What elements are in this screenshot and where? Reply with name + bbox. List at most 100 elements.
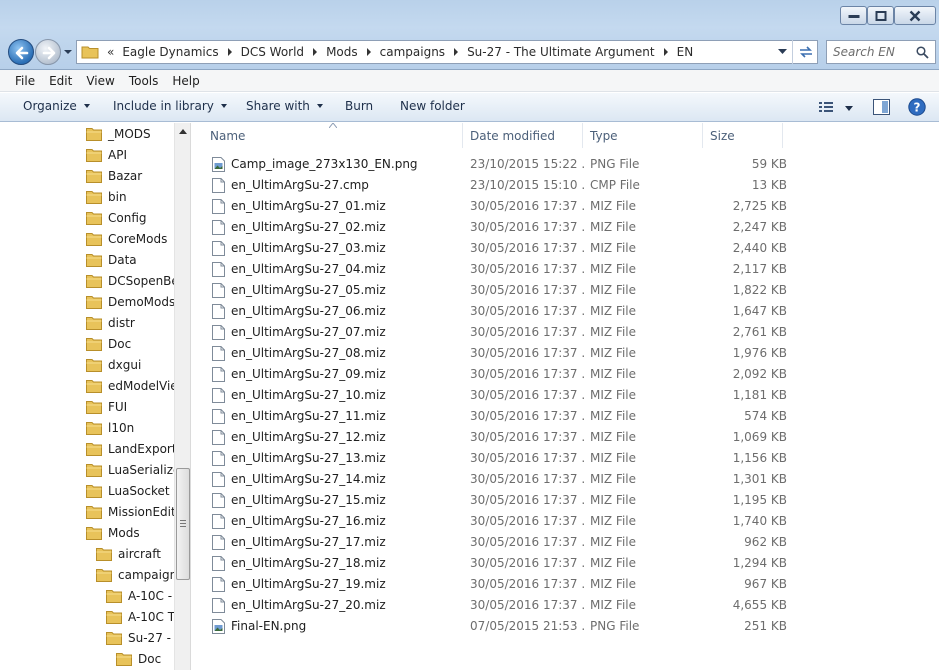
maximize-button[interactable] xyxy=(867,6,894,25)
back-button[interactable] xyxy=(8,39,34,65)
navigation-pane[interactable]: _MODS API Bazar bin Config CoreMods Data DCSope… xyxy=(0,123,174,670)
file-row[interactable]: en_UltimArgSu-27_10.miz 30/05/2016 17:37 … xyxy=(203,385,787,406)
address-bar[interactable]: « Eagle Dynamics DCS World Mods campaign… xyxy=(76,40,818,64)
nav-tree-item[interactable]: LuaSocket xyxy=(86,480,170,501)
nav-tree-item[interactable]: dxgui xyxy=(86,354,141,375)
menu-file[interactable]: File xyxy=(8,74,42,88)
nav-tree-item[interactable]: Su-27 - T xyxy=(106,627,174,648)
breadcrumb-separator-icon[interactable] xyxy=(227,48,232,56)
search-icon[interactable] xyxy=(916,46,929,59)
breadcrumb-separator-icon[interactable] xyxy=(663,48,668,56)
new-folder-button[interactable]: New folder xyxy=(400,99,465,113)
breadcrumb-su-27-campaign[interactable]: Su-27 - The Ultimate Argument xyxy=(467,45,655,59)
nav-tree-item[interactable]: edModelViev xyxy=(86,375,174,396)
file-row[interactable]: en_UltimArgSu-27_06.miz 30/05/2016 17:37 … xyxy=(203,301,787,322)
nav-tree-item[interactable]: bin xyxy=(86,186,127,207)
breadcrumb-separator-icon[interactable] xyxy=(454,48,459,56)
nav-tree-item[interactable]: LandExportC xyxy=(86,438,174,459)
nav-tree-item[interactable]: A-10C Th xyxy=(106,606,174,627)
file-date-modified: 30/05/2016 17:37 ... xyxy=(470,283,586,297)
view-options-dropdown-icon[interactable] xyxy=(845,106,853,111)
nav-tree-item[interactable]: l10n xyxy=(86,417,134,438)
breadcrumb-campaigns[interactable]: campaigns xyxy=(380,45,445,59)
menu-edit[interactable]: Edit xyxy=(42,74,79,88)
file-row[interactable]: en_UltimArgSu-27_04.miz 30/05/2016 17:37 … xyxy=(203,259,787,280)
file-row[interactable]: en_UltimArgSu-27_03.miz 30/05/2016 17:37 … xyxy=(203,238,787,259)
nav-tree-item[interactable]: Mods xyxy=(86,522,140,543)
file-row[interactable]: Final-EN.png 07/05/2015 21:53 ... PNG File… xyxy=(203,616,787,637)
nav-tree-item[interactable]: campaigns xyxy=(96,564,174,585)
nav-tree-item[interactable]: Config xyxy=(86,207,147,228)
file-row[interactable]: en_UltimArgSu-27_11.miz 30/05/2016 17:37 … xyxy=(203,406,787,427)
change-view-icon[interactable] xyxy=(818,100,834,114)
include-in-library-button[interactable]: Include in library xyxy=(113,99,227,113)
column-header-size[interactable]: Size xyxy=(703,123,783,148)
minimize-button[interactable] xyxy=(840,6,867,25)
file-row[interactable]: en_UltimArgSu-27_17.miz 30/05/2016 17:37 … xyxy=(203,532,787,553)
breadcrumb-dcs-world[interactable]: DCS World xyxy=(241,45,304,59)
file-row[interactable]: en_UltimArgSu-27_18.miz 30/05/2016 17:37 … xyxy=(203,553,787,574)
scroll-up-arrow-icon[interactable] xyxy=(179,129,187,134)
file-row[interactable]: en_UltimArgSu-27_16.miz 30/05/2016 17:37 … xyxy=(203,511,787,532)
refresh-button[interactable] xyxy=(792,40,818,64)
nav-tree-item[interactable]: _MODS xyxy=(86,123,151,144)
file-row[interactable]: en_UltimArgSu-27_01.miz 30/05/2016 17:37 … xyxy=(203,196,787,217)
nav-tree-item[interactable]: API xyxy=(86,144,127,165)
file-row[interactable]: en_UltimArgSu-27_12.miz 30/05/2016 17:37 … xyxy=(203,427,787,448)
file-row[interactable]: en_UltimArgSu-27_20.miz 30/05/2016 17:37 … xyxy=(203,595,787,616)
nav-tree-item[interactable]: Doc xyxy=(116,648,161,669)
file-row[interactable]: en_UltimArgSu-27_13.miz 30/05/2016 17:37 … xyxy=(203,448,787,469)
breadcrumb-separator-icon[interactable] xyxy=(366,48,371,56)
file-name-cell: en_UltimArgSu-27_11.miz xyxy=(203,406,463,427)
preview-pane-icon[interactable] xyxy=(873,99,890,115)
burn-button[interactable]: Burn xyxy=(345,99,373,113)
nav-tree-item[interactable]: Data xyxy=(86,249,137,270)
address-dropdown-icon[interactable] xyxy=(778,49,787,55)
nav-tree-item[interactable]: aircraft xyxy=(96,543,161,564)
file-row[interactable]: en_UltimArgSu-27_07.miz 30/05/2016 17:37 … xyxy=(203,322,787,343)
menu-help[interactable]: Help xyxy=(165,74,206,88)
column-header-type[interactable]: Type xyxy=(583,123,703,148)
file-list[interactable]: Name Date modified Type Size Camp_image_… xyxy=(191,123,939,670)
nav-tree-item[interactable]: CoreMods xyxy=(86,228,167,249)
column-header-name[interactable]: Name xyxy=(203,123,463,148)
nav-tree-item[interactable]: FUI xyxy=(86,396,127,417)
file-row[interactable]: en_UltimArgSu-27_02.miz 30/05/2016 17:37 … xyxy=(203,217,787,238)
share-with-button[interactable]: Share with xyxy=(246,99,323,113)
nav-tree-item[interactable]: DemoMods xyxy=(86,291,174,312)
nav-tree-item[interactable]: A-10C - I xyxy=(106,585,174,606)
column-header-date-modified[interactable]: Date modified xyxy=(463,123,583,148)
file-row[interactable]: Camp_image_273x130_EN.png 23/10/2015 15:2… xyxy=(203,154,787,175)
file-row[interactable]: en_UltimArgSu-27_19.miz 30/05/2016 17:37 … xyxy=(203,574,787,595)
file-row[interactable]: en_UltimArgSu-27_15.miz 30/05/2016 17:37 … xyxy=(203,490,787,511)
file-type: MIZ File xyxy=(590,262,637,276)
nav-tree-item[interactable]: Bazar xyxy=(86,165,142,186)
nav-tree-item[interactable]: MissionEditc xyxy=(86,501,174,522)
scrollbar-thumb[interactable] xyxy=(176,468,190,580)
breadcrumb-mods[interactable]: Mods xyxy=(326,45,358,59)
menu-view[interactable]: View xyxy=(79,74,121,88)
help-icon[interactable]: ? xyxy=(908,98,926,116)
navigation-pane-scrollbar[interactable] xyxy=(174,123,191,670)
file-row[interactable]: en_UltimArgSu-27_14.miz 30/05/2016 17:37 … xyxy=(203,469,787,490)
file-row[interactable]: en_UltimArgSu-27_05.miz 30/05/2016 17:37 … xyxy=(203,280,787,301)
forward-button[interactable] xyxy=(35,39,61,65)
breadcrumb-en[interactable]: EN xyxy=(677,45,694,59)
file-row[interactable]: en_UltimArgSu-27_08.miz 30/05/2016 17:37 … xyxy=(203,343,787,364)
nav-tree-item[interactable]: distr xyxy=(86,312,135,333)
search-box[interactable] xyxy=(826,40,936,64)
breadcrumb-eagle-dynamics[interactable]: Eagle Dynamics xyxy=(122,45,218,59)
close-button[interactable] xyxy=(894,6,936,25)
menu-tools[interactable]: Tools xyxy=(122,74,166,88)
breadcrumb-overflow-chevron[interactable]: « xyxy=(107,45,114,59)
recent-pages-dropdown-icon[interactable] xyxy=(63,47,73,57)
file-row[interactable]: en_UltimArgSu-27.cmp 23/10/2015 15:10 ...… xyxy=(203,175,787,196)
nav-tree-item[interactable]: DCSopenBet xyxy=(86,270,174,291)
nav-tree-item[interactable]: LuaSerializer xyxy=(86,459,174,480)
search-input[interactable] xyxy=(827,41,911,63)
organize-button[interactable]: Organize xyxy=(23,99,90,113)
nav-tree-item[interactable]: Doc xyxy=(86,333,131,354)
folder-icon xyxy=(86,442,102,456)
breadcrumb-separator-icon[interactable] xyxy=(313,48,318,56)
file-row[interactable]: en_UltimArgSu-27_09.miz 30/05/2016 17:37 … xyxy=(203,364,787,385)
